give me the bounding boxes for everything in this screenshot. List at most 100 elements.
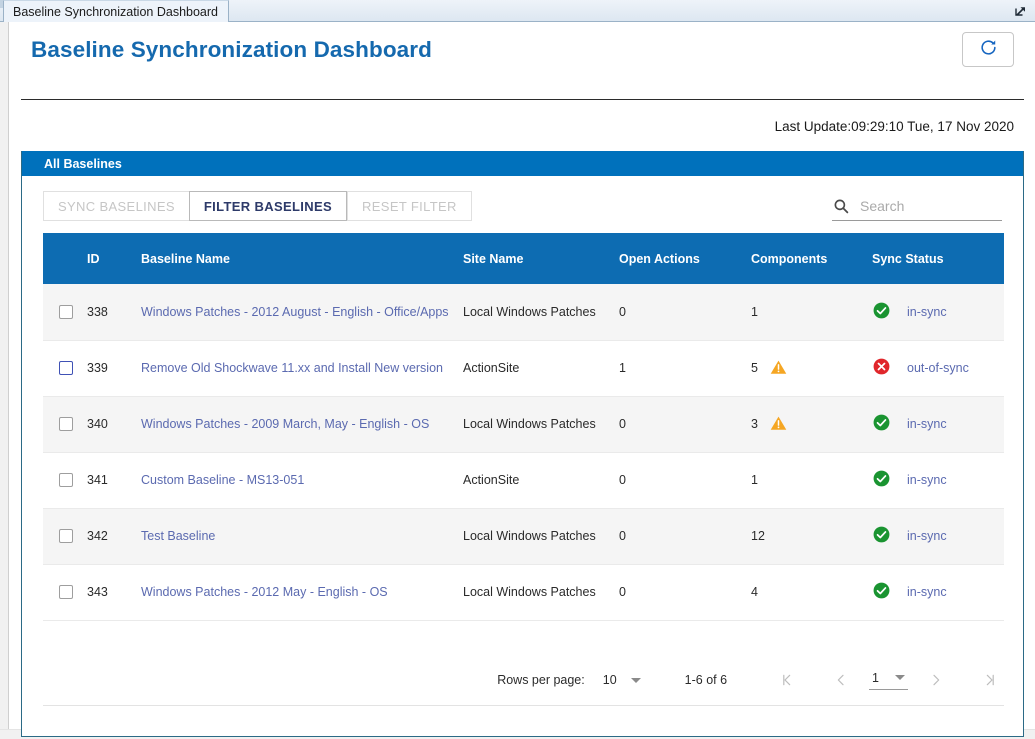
page-header: Baseline Synchronization Dashboard [10,23,1035,80]
components-count: 12 [751,529,765,543]
search-icon [832,197,850,215]
page-body: Baseline Synchronization Dashboard Last … [10,23,1035,729]
baselines-table: ID Baseline Name Site Name Open Actions … [43,233,1004,621]
column-header-open-actions[interactable]: Open Actions [619,233,751,284]
all-baselines-card: All Baselines SYNC BASELINES FILTER BASE… [21,151,1024,737]
baseline-name-link[interactable]: Windows Patches - 2009 March, May - Engl… [141,417,429,431]
cell-sync-status: in-sync [872,508,1004,564]
sync-status-label: in-sync [907,585,947,599]
row-checkbox[interactable] [59,417,73,431]
sync-status-label: in-sync [907,473,947,487]
column-header-id[interactable]: ID [87,233,141,284]
search-box[interactable] [832,191,1002,221]
cell-baseline-name: Custom Baseline - MS13-051 [141,452,463,508]
column-header-components[interactable]: Components [751,233,872,284]
previous-page-icon[interactable] [827,666,855,694]
cell-site-name: Local Windows Patches [463,564,619,620]
sync-baselines-button[interactable]: SYNC BASELINES [43,191,189,221]
pagination-bar: Rows per page: 10 1-6 of 6 [43,658,1004,702]
baseline-name-link[interactable]: Windows Patches - 2012 August - English … [141,305,449,319]
cell-open-actions: 0 [619,284,751,340]
table-header-row: ID Baseline Name Site Name Open Actions … [43,233,1004,284]
table-row[interactable]: 342Test BaselineLocal Windows Patches012… [43,508,1004,564]
row-select-cell [43,284,87,340]
next-page-icon[interactable] [922,666,950,694]
row-checkbox[interactable] [59,305,73,319]
cell-baseline-name: Windows Patches - 2009 March, May - Engl… [141,396,463,452]
cell-id: 342 [87,508,141,564]
table-row[interactable]: 338Windows Patches - 2012 August - Engli… [43,284,1004,340]
cell-id: 340 [87,396,141,452]
cell-components: 5 [751,340,872,396]
cell-baseline-name: Remove Old Shockwave 11.xx and Install N… [141,340,463,396]
cell-components: 1 [751,452,872,508]
row-checkbox[interactable] [59,529,73,543]
cell-open-actions: 0 [619,452,751,508]
row-checkbox[interactable] [59,473,73,487]
cell-baseline-name: Test Baseline [141,508,463,564]
cell-components: 4 [751,564,872,620]
toolbar-button-group: SYNC BASELINES FILTER BASELINES RESET FI… [43,191,472,221]
cell-open-actions: 0 [619,396,751,452]
row-select-cell [43,340,87,396]
table-row[interactable]: 343Windows Patches - 2012 May - English … [43,564,1004,620]
baseline-name-link[interactable]: Test Baseline [141,529,215,543]
sync-status-label: out-of-sync [907,361,969,375]
check-circle-icon [872,525,891,547]
rows-per-page-select[interactable]: 10 [603,673,641,687]
warning-icon [770,359,787,378]
refresh-button[interactable] [962,32,1014,67]
components-count: 1 [751,305,758,319]
row-checkbox[interactable] [59,361,73,375]
cell-sync-status: out-of-sync [872,340,1004,396]
components-count: 5 [751,361,758,375]
check-circle-icon [872,413,891,435]
column-header-baseline-name[interactable]: Baseline Name [141,233,463,284]
table-row[interactable]: 341Custom Baseline - MS13-051ActionSite0… [43,452,1004,508]
components-count: 3 [751,417,758,431]
cell-baseline-name: Windows Patches - 2012 May - English - O… [141,564,463,620]
window-left-gutter [0,22,9,739]
baseline-name-link[interactable]: Remove Old Shockwave 11.xx and Install N… [141,361,443,375]
table-header: ID Baseline Name Site Name Open Actions … [43,233,1004,284]
application-window: Baseline Synchronization Dashboard Basel… [0,0,1035,739]
sync-status-label: in-sync [907,529,947,543]
cell-components: 12 [751,508,872,564]
cell-site-name: ActionSite [463,340,619,396]
cell-id: 338 [87,284,141,340]
column-header-sync-status[interactable]: Sync Status [872,233,1004,284]
filter-baselines-button[interactable]: FILTER BASELINES [189,191,347,221]
window-tab[interactable]: Baseline Synchronization Dashboard [3,0,229,22]
cell-sync-status: in-sync [872,284,1004,340]
cell-site-name: ActionSite [463,452,619,508]
last-page-icon[interactable] [976,666,1004,694]
row-select-cell [43,508,87,564]
column-header-select-all [43,233,87,284]
cell-components: 1 [751,284,872,340]
pagination-divider [43,705,1004,706]
pagination-range: 1-6 of 6 [685,673,727,687]
baseline-name-link[interactable]: Custom Baseline - MS13-051 [141,473,304,487]
card-title: All Baselines [44,157,122,171]
page-number-select[interactable]: 1 [869,671,908,690]
table-toolbar: SYNC BASELINES FILTER BASELINES RESET FI… [22,176,1023,233]
first-page-icon[interactable] [773,666,801,694]
check-circle-icon [872,301,891,323]
cell-sync-status: in-sync [872,452,1004,508]
cell-open-actions: 1 [619,340,751,396]
check-circle-icon [872,581,891,603]
row-checkbox[interactable] [59,585,73,599]
popout-icon[interactable] [1012,3,1029,19]
cell-id: 343 [87,564,141,620]
baseline-name-link[interactable]: Windows Patches - 2012 May - English - O… [141,585,388,599]
table-row[interactable]: 339Remove Old Shockwave 11.xx and Instal… [43,340,1004,396]
column-header-site-name[interactable]: Site Name [463,233,619,284]
chevron-down-icon [631,678,641,683]
table-row[interactable]: 340Windows Patches - 2009 March, May - E… [43,396,1004,452]
search-input[interactable] [858,197,998,215]
current-page-value: 1 [872,671,879,685]
cell-open-actions: 0 [619,564,751,620]
check-circle-icon [872,469,891,491]
reset-filter-button[interactable]: RESET FILTER [347,191,472,221]
components-count: 1 [751,473,758,487]
